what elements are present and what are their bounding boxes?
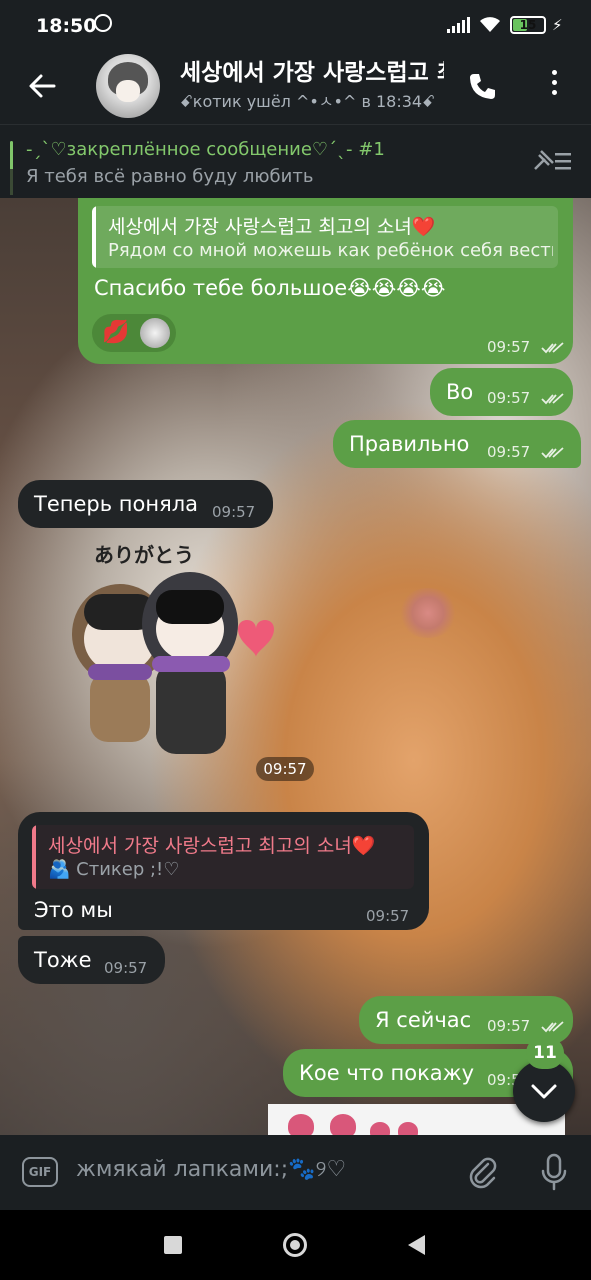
- message-text: Правильно: [349, 432, 470, 456]
- double-check-icon: [541, 341, 564, 353]
- recents-button[interactable]: [164, 1236, 182, 1254]
- reaction-emoji: 💋: [102, 320, 130, 345]
- message-meta: 09:57: [487, 443, 565, 461]
- phone-icon[interactable]: [466, 70, 498, 102]
- scroll-down-button[interactable]: [513, 1060, 575, 1122]
- chat-area[interactable]: 세상에서 가장 사랑스럽고 최고의 소녀❤️ Рядом со мной мож…: [0, 198, 591, 1135]
- system-nav-bar: [0, 1210, 591, 1280]
- message-time: 09:57: [487, 389, 531, 407]
- message-time: 09:57: [104, 959, 148, 977]
- message-text: Теперь поняла: [34, 492, 199, 516]
- pinned-title: -ˏˋ♡закреплённое сообщение♡ˊˎ- #1: [26, 139, 385, 160]
- chat-title[interactable]: 세상에서 가장 사랑스럽고 최고의 소녀❤️: [180, 53, 444, 87]
- message-time: 09:57: [212, 503, 256, 521]
- reply-text: Рядом со мной можешь как ребёнок себя ве…: [108, 240, 553, 261]
- wallpaper-cat: [398, 588, 458, 638]
- back-arrow-icon[interactable]: [26, 70, 58, 102]
- message-outgoing[interactable]: 세상에서 가장 사랑스럽고 최고의 소녀❤️ Рядом со мной мож…: [78, 198, 573, 364]
- battery-icon: 15: [510, 16, 546, 34]
- pinned-indicator-secondary: [10, 169, 13, 195]
- message-incoming[interactable]: Тоже 09:57: [18, 936, 165, 984]
- message-input[interactable]: жмякай лапками:;🐾୨♡: [76, 1157, 346, 1182]
- attach-icon[interactable]: [466, 1155, 500, 1189]
- home-button[interactable]: [283, 1233, 307, 1257]
- back-button[interactable]: [408, 1235, 425, 1255]
- signal-icon: [447, 17, 470, 33]
- chevron-down-icon: [531, 1084, 557, 1099]
- message-time: 09:57: [487, 443, 531, 461]
- message-outgoing[interactable]: Правильно 09:57: [333, 420, 581, 468]
- message-meta: 09:57: [487, 338, 565, 356]
- pinned-list-icon[interactable]: [531, 147, 575, 175]
- message-outgoing[interactable]: Во 09:57: [430, 368, 573, 416]
- message-time: 09:57: [487, 338, 531, 356]
- chat-subtitle: ꗃкотик ушёл ^•ㅅ•^ в 18:34ꗃ: [180, 92, 435, 111]
- reaction-avatar: [140, 318, 170, 348]
- avatar[interactable]: [96, 54, 160, 118]
- reply-name: 세상에서 가장 사랑스럽고 최고의 소녀❤️: [108, 216, 436, 238]
- double-check-icon: [541, 446, 564, 458]
- wifi-icon: [480, 17, 500, 32]
- message-text: Во: [446, 380, 474, 404]
- message-meta: 09:57: [487, 1017, 565, 1035]
- message-meta: 09:57: [487, 389, 565, 407]
- message-input-bar: GIF жмякай лапками:;🐾୨♡: [0, 1135, 591, 1210]
- double-check-icon: [541, 392, 564, 404]
- message-time: 09:57: [366, 907, 410, 925]
- reply-preview[interactable]: 세상에서 가장 사랑스럽고 최고의 소녀❤️ 🫂 Стикер ;!♡: [32, 825, 414, 889]
- reply-preview[interactable]: 세상에서 가장 사랑스럽고 최고의 소녀❤️ Рядом со мной мож…: [92, 206, 558, 268]
- message-text: Я сейчас: [375, 1008, 472, 1032]
- sticker-image[interactable]: [60, 534, 285, 784]
- message-incoming[interactable]: 세상에서 가장 사랑스럽고 최고의 소녀❤️ 🫂 Стикер ;!♡ Это …: [18, 812, 429, 930]
- reaction-chip[interactable]: 💋: [92, 314, 176, 352]
- charging-icon: ⚡: [552, 16, 563, 34]
- message-text: Тоже: [34, 948, 92, 972]
- battery-level: 15: [519, 18, 537, 32]
- message-incoming[interactable]: Теперь поняла 09:57: [18, 480, 273, 528]
- gif-icon[interactable]: GIF: [22, 1157, 58, 1187]
- status-time: 18:50: [36, 15, 97, 37]
- sticker-time: 09:57: [256, 757, 314, 781]
- message-text: Кое что покажу: [299, 1061, 474, 1085]
- message-text: Спасибо тебе большое😭😭😭😭: [94, 276, 446, 300]
- reply-text: 🫂 Стикер ;!♡: [48, 859, 180, 880]
- message-time: 09:57: [487, 1017, 531, 1035]
- sticker-caption: ありがとう: [94, 543, 194, 567]
- chat-header: 세상에서 가장 사랑스럽고 최고의 소녀❤️ ꗃкотик ушёл ^•ㅅ•^…: [0, 50, 591, 124]
- alarm-icon: [94, 14, 112, 32]
- pinned-text: Я тебя всё равно буду любить: [26, 166, 314, 187]
- message-text: Это мы: [34, 898, 113, 922]
- unread-count-badge: 11: [526, 1037, 564, 1069]
- reply-name: 세상에서 가장 사랑스럽고 최고의 소녀❤️: [48, 835, 376, 857]
- pinned-message-bar[interactable]: -ˏˋ♡закреплённое сообщение♡ˊˎ- #1 Я тебя…: [0, 124, 591, 199]
- mic-icon[interactable]: [540, 1153, 568, 1191]
- status-bar: 18:50 15 ⚡: [0, 0, 591, 50]
- more-vert-icon[interactable]: [549, 70, 559, 102]
- double-check-icon: [541, 1020, 564, 1032]
